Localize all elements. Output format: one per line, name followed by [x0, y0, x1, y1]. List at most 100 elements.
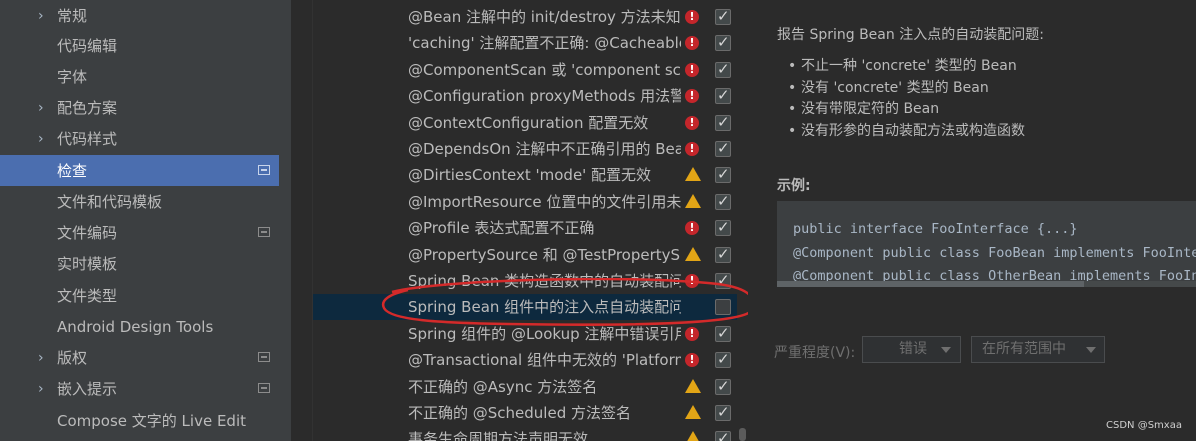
severity-label: 严重程度(V):: [774, 345, 856, 361]
watermark: CSDN @Smxaa: [1106, 420, 1182, 431]
inspections-list: @Bean 注解中的 init/destroy 方法未知 'caching' 注解…: [312, 0, 748, 441]
inspection-checkbox[interactable]: [715, 165, 731, 183]
nav-item-label: 代码样式: [57, 130, 118, 148]
inspection-row[interactable]: @PropertySource 和 @TestPropertyS: [313, 242, 737, 268]
error-icon: [685, 10, 699, 24]
inspection-checkbox[interactable]: [715, 60, 731, 78]
inspection-row[interactable]: Spring Bean 组件中的注入点自动装配问: [313, 294, 737, 320]
error-icon: [685, 274, 699, 288]
warning-icon: [685, 431, 701, 441]
chevron-right-icon[interactable]: ›: [38, 373, 44, 404]
nav-item[interactable]: 文件和代码模板: [0, 186, 291, 217]
code-scrollbar[interactable]: [777, 281, 1196, 287]
inspection-checkbox[interactable]: [715, 377, 731, 395]
nav-item[interactable]: Android Design Tools: [0, 311, 291, 342]
severity-dropdown[interactable]: 错误: [862, 336, 961, 363]
nav-item[interactable]: 实时模板: [0, 248, 291, 279]
chevron-right-icon[interactable]: ›: [38, 92, 44, 123]
inspection-checkbox[interactable]: [715, 218, 731, 236]
nav-item[interactable]: 文件编码: [0, 217, 291, 248]
list-scrollbar-thumb[interactable]: [739, 428, 746, 441]
inspection-checkbox[interactable]: [715, 113, 731, 131]
scope-dropdown[interactable]: 在所有范围中: [971, 336, 1105, 363]
inspection-label: 'caching' 注解配置不正确: @Cacheable.: [408, 34, 681, 52]
inspection-row[interactable]: 不正确的 @Async 方法签名: [313, 374, 737, 400]
nav-item-label: 嵌入提示: [57, 380, 118, 398]
inspection-row[interactable]: 不正确的 @Scheduled 方法签名: [313, 400, 737, 426]
warning-icon: [685, 194, 701, 208]
inspection-row[interactable]: 'caching' 注解配置不正确: @Cacheable.: [313, 30, 737, 56]
nav-item[interactable]: 文件类型: [0, 280, 291, 311]
warning-icon: [685, 405, 701, 419]
nav-item[interactable]: › 嵌入提示: [0, 373, 291, 404]
inspection-checkbox[interactable]: [715, 139, 731, 157]
chevron-down-icon: [941, 347, 951, 353]
inspection-checkbox[interactable]: [715, 403, 731, 421]
scope-value: 在所有范围中: [982, 341, 1066, 357]
project-scope-icon: [258, 165, 270, 175]
inspection-row[interactable]: @Transactional 组件中无效的 'Platform: [313, 347, 737, 373]
inspection-checkbox[interactable]: [715, 324, 731, 342]
inspection-checkbox[interactable]: [715, 7, 731, 25]
inspection-label: Spring Bean 组件中的注入点自动装配问: [408, 298, 681, 316]
nav-item[interactable]: 字体: [0, 61, 291, 92]
nav-item[interactable]: 代码编辑: [0, 30, 291, 61]
inspection-row[interactable]: @ImportResource 位置中的文件引用未: [313, 189, 737, 215]
chevron-right-icon[interactable]: ›: [38, 342, 44, 373]
inspection-row[interactable]: Spring Bean 类构造函数中的自动装配问: [313, 268, 737, 294]
chevron-down-icon: [1086, 347, 1096, 353]
inspection-checkbox[interactable]: [715, 271, 731, 289]
inspection-checkbox[interactable]: [715, 86, 731, 104]
error-icon: [685, 142, 699, 156]
nav-item-label: Android Design Tools: [57, 317, 214, 336]
warning-icon: [685, 379, 701, 393]
inspection-row[interactable]: @DirtiesContext 'mode' 配置无效: [313, 162, 737, 188]
code-line: @Component public class FooBean implemen…: [793, 245, 1196, 261]
description-title: 报告 Spring Bean 注入点的自动装配问题:: [777, 27, 1044, 43]
inspection-checkbox[interactable]: [715, 299, 731, 315]
inspection-row[interactable]: Spring 组件的 @Lookup 注解中错误引用: [313, 321, 737, 347]
nav-item[interactable]: 检查: [0, 155, 291, 186]
inspection-row[interactable]: @DependsOn 注解中不正确引用的 Bean: [313, 136, 737, 162]
inspection-label: @ImportResource 位置中的文件引用未: [408, 193, 681, 211]
warning-icon: [685, 167, 701, 181]
inspection-row[interactable]: 事务生命周期方法声明无效: [313, 426, 737, 441]
chevron-right-icon[interactable]: ›: [38, 0, 44, 31]
inspection-label: 不正确的 @Async 方法签名: [408, 378, 598, 396]
inspection-label: @PropertySource 和 @TestPropertyS: [408, 246, 681, 264]
nav-item[interactable]: › 配色方案: [0, 92, 291, 123]
nav-item-label: 配色方案: [57, 99, 118, 117]
inspection-row[interactable]: @ContextConfiguration 配置无效: [313, 110, 737, 136]
inspection-label: @Configuration proxyMethods 用法警: [408, 87, 681, 105]
warning-icon: [685, 247, 701, 261]
chevron-right-icon[interactable]: ›: [38, 123, 44, 154]
inspection-label: @ContextConfiguration 配置无效: [408, 114, 649, 132]
nav-item[interactable]: › 代码样式: [0, 123, 291, 154]
code-scrollbar-thumb[interactable]: [777, 281, 1084, 287]
inspection-label: @Bean 注解中的 init/destroy 方法未知: [408, 8, 681, 26]
list-scrollbar[interactable]: [737, 0, 748, 441]
error-icon: [685, 353, 699, 367]
inspection-checkbox[interactable]: [715, 350, 731, 368]
description-bullets: 不止一种 'concrete' 类型的 Bean没有 'concrete' 类型…: [788, 56, 1025, 142]
inspection-checkbox[interactable]: [715, 429, 731, 441]
inspection-row[interactable]: @ComponentScan 或 'component sca: [313, 57, 737, 83]
inspection-checkbox[interactable]: [715, 33, 731, 51]
inspection-label: Spring 组件的 @Lookup 注解中错误引用: [408, 325, 681, 343]
error-icon: [685, 221, 699, 235]
nav-item-label: 常规: [57, 7, 88, 25]
inspection-checkbox[interactable]: [715, 192, 731, 210]
inspection-label: @Profile 表达式配置不正确: [408, 219, 595, 237]
inspection-row[interactable]: @Configuration proxyMethods 用法警: [313, 83, 737, 109]
nav-item[interactable]: › 常规: [0, 0, 291, 31]
error-icon: [685, 36, 699, 50]
nav-item[interactable]: Compose 文字的 Live Edit: [0, 405, 291, 436]
nav-item[interactable]: › 版权: [0, 342, 291, 373]
nav-item-label: 代码编辑: [57, 37, 118, 55]
inspection-checkbox[interactable]: [715, 245, 731, 263]
inspection-row[interactable]: @Profile 表达式配置不正确: [313, 215, 737, 241]
description-bullet: 没有形参的自动装配方法或构造函数: [788, 121, 1025, 143]
nav-item-label: 检查: [57, 162, 88, 180]
nav-scrollbar[interactable]: [279, 0, 291, 441]
inspection-row[interactable]: @Bean 注解中的 init/destroy 方法未知: [313, 4, 737, 30]
